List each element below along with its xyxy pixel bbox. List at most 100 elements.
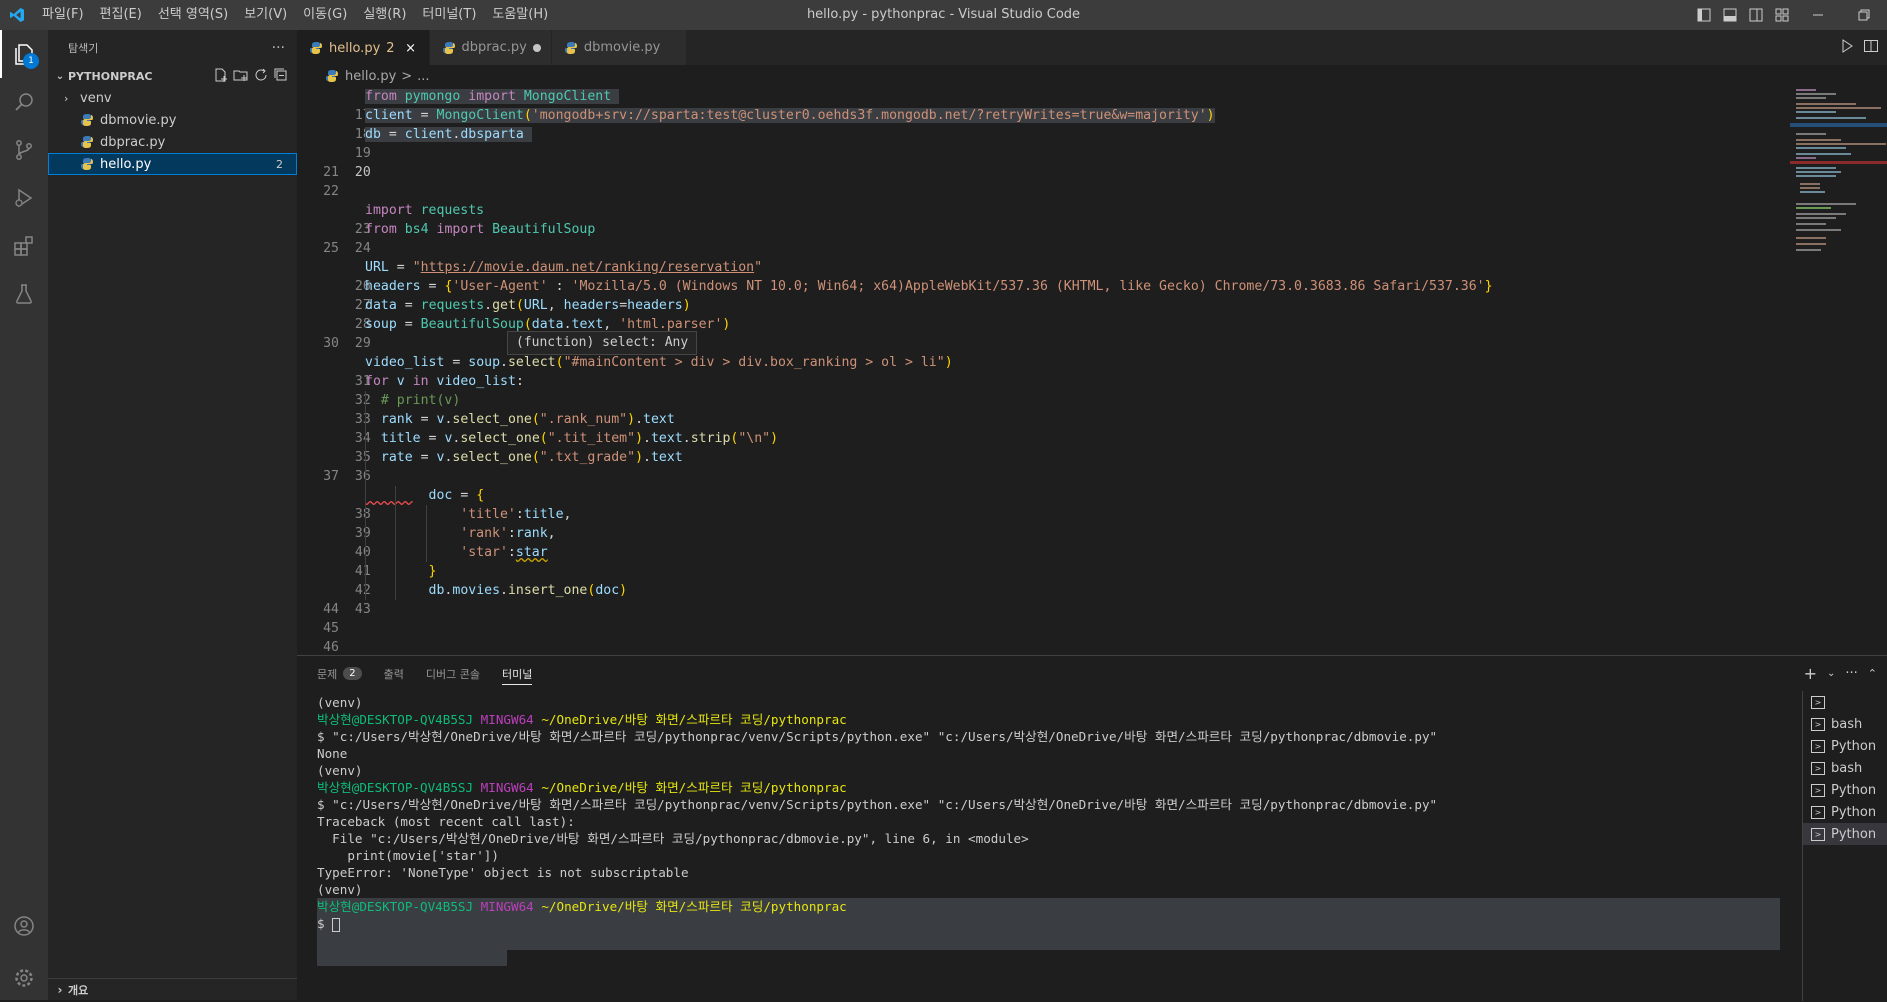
close-icon[interactable]: × bbox=[403, 41, 419, 56]
line-text: data = requests.get(URL, headers=headers… bbox=[365, 298, 691, 313]
terminal-list-item[interactable]: > bash bbox=[1803, 757, 1887, 779]
terminal-shell: MINGW64 bbox=[480, 712, 534, 727]
code-line: 33 # print(v) bbox=[297, 391, 1790, 427]
line-number: 37 bbox=[323, 469, 339, 484]
menu-file[interactable]: 파일(F) bbox=[34, 0, 92, 30]
tree-file-dbprac[interactable]: dbprac.py bbox=[48, 131, 297, 153]
folder-section-header[interactable]: ⌄ PYTHONPRAC bbox=[48, 65, 297, 87]
restore-icon[interactable] bbox=[1841, 0, 1887, 30]
code-line: 26 URL = "https://movie.daum.net/ranking… bbox=[297, 258, 1790, 294]
terminal-output[interactable]: (venv) 박상현@DESKTOP-QV4B5SJ MINGW64 ~/One… bbox=[317, 694, 1777, 994]
code-line: 20 bbox=[297, 144, 1790, 180]
unsaved-dot-icon[interactable] bbox=[532, 43, 541, 52]
menu-help[interactable]: 도움말(H) bbox=[484, 0, 556, 30]
python-file-icon bbox=[80, 113, 94, 127]
tab-dbprac-py[interactable]: dbprac.py bbox=[429, 30, 552, 65]
line-text: video_list = soup.select("#mainContent >… bbox=[365, 355, 953, 370]
new-file-icon[interactable] bbox=[213, 67, 229, 86]
menu-view[interactable]: 보기(V) bbox=[236, 0, 295, 30]
run-python-file-icon[interactable] bbox=[1839, 38, 1855, 58]
terminal-shell: MINGW64 bbox=[480, 780, 534, 795]
run-debug-icon[interactable] bbox=[0, 174, 48, 222]
hover-tooltip: (function) select: Any bbox=[507, 331, 698, 355]
tree-file-dbmovie[interactable]: dbmovie.py bbox=[48, 109, 297, 131]
terminal-text: print(movie['star']) bbox=[317, 848, 499, 863]
code-line: 36 rate = v.select_one(".txt_grade").tex… bbox=[297, 448, 1790, 484]
outline-section-header[interactable]: › 개요 bbox=[48, 978, 297, 1000]
line-text: rank = v.select_one(".rank_num").text bbox=[380, 412, 675, 427]
source-control-icon[interactable] bbox=[0, 126, 48, 174]
code-editor[interactable]: 17 from pymongo import MongoClient 18 cl… bbox=[297, 87, 1790, 655]
account-icon[interactable] bbox=[0, 902, 48, 950]
new-folder-icon[interactable] bbox=[233, 67, 249, 86]
breadcrumb-symbols[interactable]: ... bbox=[417, 69, 429, 84]
breadcrumb-file[interactable]: hello.py bbox=[345, 69, 396, 84]
terminal-cursor bbox=[332, 917, 341, 932]
explorer-title: 탐색기 bbox=[68, 41, 99, 55]
menu-edit[interactable]: 편집(E) bbox=[92, 0, 150, 30]
tab-output[interactable]: 출력 bbox=[384, 656, 404, 691]
breadcrumb: hello.py > ... bbox=[297, 65, 1887, 87]
more-actions-icon[interactable]: ··· bbox=[1845, 666, 1857, 681]
terminal-user: 박상현@DESKTOP-QV4B5SJ bbox=[317, 899, 474, 914]
menu-terminal[interactable]: 터미널(T) bbox=[414, 0, 484, 30]
new-terminal-icon[interactable]: + bbox=[1804, 664, 1817, 683]
collapse-all-icon[interactable] bbox=[273, 67, 289, 86]
code-line: 24 from bs4 import BeautifulSoup bbox=[297, 220, 1790, 256]
toggle-panel-icon[interactable] bbox=[1717, 0, 1743, 30]
toggle-secondary-sidebar-icon[interactable] bbox=[1743, 0, 1769, 30]
terminal-line: None bbox=[317, 745, 1777, 762]
toggle-sidebar-icon[interactable] bbox=[1691, 0, 1717, 30]
code-line: 21 bbox=[297, 163, 1790, 182]
menu-selection[interactable]: 선택 영역(S) bbox=[150, 0, 236, 30]
code-line: 44 bbox=[297, 600, 1790, 619]
terminal-text: TypeError: 'NoneType' object is not subs… bbox=[317, 865, 689, 880]
menu-run[interactable]: 실행(R) bbox=[355, 0, 414, 30]
tab-debug-console[interactable]: 디버그 콘솔 bbox=[426, 656, 480, 691]
code-line: 40 'rank':rank, bbox=[297, 524, 1790, 560]
tab-hello-py[interactable]: hello.py 2 × bbox=[297, 30, 430, 65]
tree-folder-venv[interactable]: › venv bbox=[48, 87, 297, 109]
terminal-list-item[interactable]: > Python bbox=[1803, 779, 1887, 801]
explorer-icon[interactable]: 1 bbox=[0, 30, 48, 78]
chevron-down-icon: ⌄ bbox=[55, 70, 65, 82]
tab-terminal[interactable]: 터미널 bbox=[501, 656, 533, 691]
terminal-list-item[interactable]: > bbox=[1803, 691, 1887, 713]
minimap[interactable] bbox=[1790, 87, 1887, 655]
customize-layout-icon[interactable] bbox=[1769, 0, 1795, 30]
terminal-text: (venv) bbox=[317, 763, 363, 778]
code-line: 39 'title':title, bbox=[297, 505, 1790, 541]
tab-dbmovie-py[interactable]: dbmovie.py bbox=[551, 30, 687, 65]
terminal-list-item[interactable]: > Python bbox=[1803, 801, 1887, 823]
terminal-text: $ "c:/Users/박상현/OneDrive/바탕 화면/스파르타 코딩/p… bbox=[317, 729, 1438, 744]
minimize-icon[interactable] bbox=[1795, 0, 1841, 30]
search-icon[interactable] bbox=[0, 78, 48, 126]
settings-gear-icon[interactable] bbox=[0, 954, 48, 1002]
explorer-more-button[interactable]: ··· bbox=[272, 40, 285, 56]
terminal-list-item[interactable]: > bash bbox=[1803, 713, 1887, 735]
terminal-icon: > bbox=[1811, 805, 1825, 819]
testing-flask-icon[interactable] bbox=[0, 270, 48, 318]
code-line: 32 for v in video_list: bbox=[297, 372, 1790, 408]
extensions-icon[interactable] bbox=[0, 222, 48, 270]
line-number: 44 bbox=[323, 602, 339, 617]
line-text: 'star':star bbox=[460, 545, 548, 560]
tab-problems[interactable]: 문제 2 bbox=[317, 656, 362, 691]
line-text: title = v.select_one(".tit_item").text.s… bbox=[380, 431, 779, 446]
terminal-list-item[interactable]: > Python bbox=[1803, 823, 1887, 845]
line-number: 22 bbox=[323, 184, 339, 199]
terminal-line: 박상현@DESKTOP-QV4B5SJ MINGW64 ~/OneDrive/바… bbox=[317, 898, 1777, 915]
refresh-icon[interactable] bbox=[253, 67, 269, 86]
menu-go[interactable]: 이동(G) bbox=[295, 0, 355, 30]
panel-actions: + ⌄ ··· ⌃ bbox=[1804, 656, 1877, 691]
terminal-list-item[interactable]: > Python bbox=[1803, 735, 1887, 757]
line-number: 21 bbox=[323, 165, 339, 180]
tab-label: 문제 bbox=[317, 667, 338, 681]
python-file-icon bbox=[80, 157, 94, 171]
terminal-line: $ "c:/Users/박상현/OneDrive/바탕 화면/스파르타 코딩/p… bbox=[317, 728, 1777, 745]
tree-file-hello[interactable]: hello.py 2 bbox=[48, 153, 297, 175]
chevron-down-icon[interactable]: ⌄ bbox=[1827, 668, 1835, 679]
split-editor-icon[interactable] bbox=[1863, 38, 1879, 58]
maximize-panel-icon[interactable]: ⌃ bbox=[1868, 667, 1877, 680]
explorer-sidebar: 탐색기 ··· ⌄ PYTHONPRAC › venv dbmovie.py d… bbox=[48, 30, 297, 1000]
